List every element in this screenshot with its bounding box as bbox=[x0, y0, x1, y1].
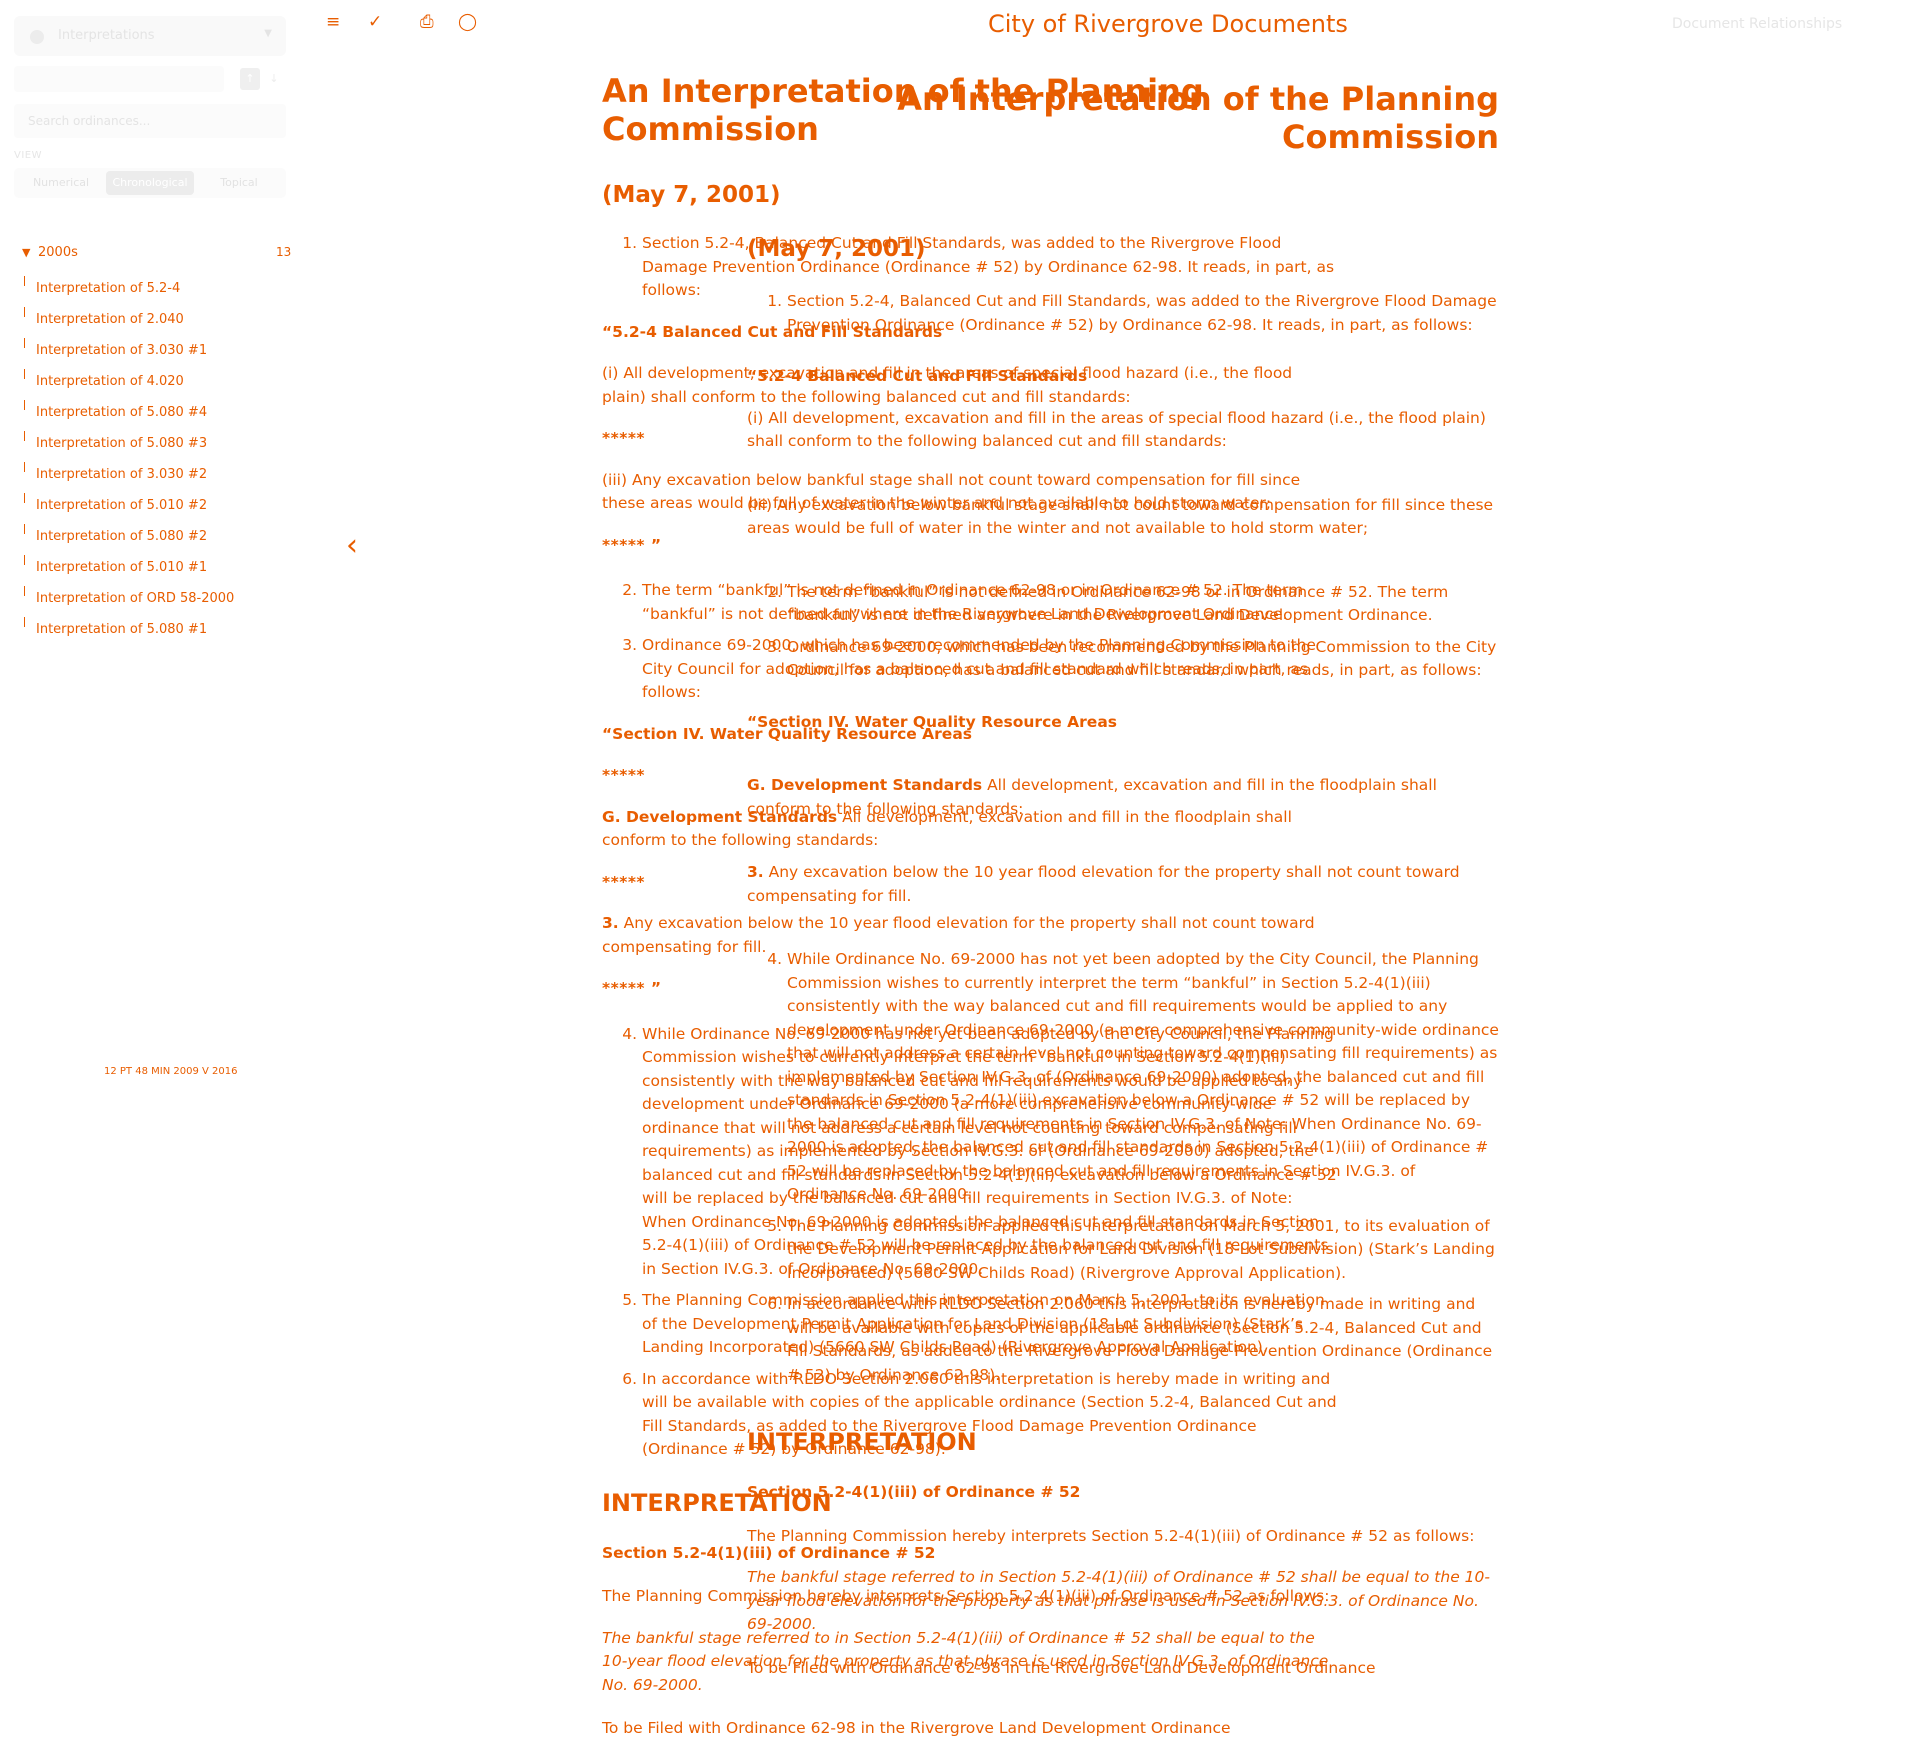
sort-field[interactable] bbox=[14, 66, 224, 92]
tree-connector bbox=[24, 617, 25, 627]
tree-connector bbox=[24, 276, 25, 286]
bold-run: 3. bbox=[747, 863, 764, 881]
interpretation-heading: INTERPRETATION bbox=[747, 1428, 977, 1456]
tree-connector bbox=[24, 493, 25, 503]
tree-items: Interpretation of 5.2-4 Interpretation o… bbox=[22, 276, 282, 654]
tree-item[interactable]: Interpretation of 5.080 #1 bbox=[22, 617, 282, 654]
tree-connector bbox=[24, 369, 25, 379]
print-icon[interactable]: ⎙ bbox=[420, 13, 434, 31]
view-numerical-button[interactable]: Numerical bbox=[17, 171, 105, 195]
quote-title: “Section IV. Water Quality Resource Area… bbox=[747, 712, 1118, 731]
list-item: The term “bankful” is not defined in Ord… bbox=[787, 581, 1499, 628]
sort-ascending-button[interactable]: ↑ bbox=[240, 68, 260, 90]
relationships-panel-title: Document Relationships bbox=[1672, 16, 1843, 32]
list-item: While Ordinance No. 69-2000 has not yet … bbox=[787, 948, 1499, 1207]
app-title: City of Rivergrove Documents bbox=[988, 10, 1348, 38]
document-title: An Interpretation of the Planning Commis… bbox=[897, 80, 1499, 156]
tree-item-link[interactable]: Interpretation of 5.010 #2 bbox=[36, 499, 207, 512]
tree-item-link[interactable]: Interpretation of 5.080 #4 bbox=[36, 406, 207, 419]
back-arrow-icon[interactable]: ‹ bbox=[346, 528, 358, 563]
quote-paragraph: 3. Any excavation below the 10 year floo… bbox=[747, 861, 1499, 908]
list-item: In accordance with RLDO Section 2.060 th… bbox=[787, 1293, 1499, 1387]
interpretation-text: The bankful stage referred to in Section… bbox=[747, 1568, 1490, 1633]
tree-item-link[interactable]: Interpretation of 5.080 #2 bbox=[36, 530, 207, 543]
tree-item-link[interactable]: Interpretation of 5.080 #3 bbox=[36, 437, 207, 450]
chevron-down-icon: ▼ bbox=[22, 246, 31, 259]
tree-connector bbox=[24, 338, 25, 348]
tree-item-link[interactable]: Interpretation of 3.030 #2 bbox=[36, 468, 207, 481]
tree-item-link[interactable]: Interpretation of 3.030 #1 bbox=[36, 344, 207, 357]
filing-note: To be Filed with Ordinance 62-98 in the … bbox=[602, 1719, 1231, 1737]
list-item: Section 5.2-4, Balanced Cut and Fill Sta… bbox=[787, 290, 1499, 337]
document-list: While Ordinance No. 69-2000 has not yet … bbox=[747, 948, 1499, 1387]
tree-item-link[interactable]: Interpretation of 5.080 #1 bbox=[36, 623, 207, 636]
tree-connector bbox=[24, 586, 25, 596]
check-icon[interactable]: ✓ bbox=[368, 13, 382, 31]
list-icon[interactable]: ≡ bbox=[326, 13, 340, 31]
chevron-down-icon: ▼ bbox=[264, 28, 272, 39]
sidebar-footer-note: 12 PT 48 MIN 2009 V 2016 bbox=[104, 1066, 238, 1077]
tree-item[interactable]: Interpretation of 4.020 bbox=[22, 369, 282, 406]
collection-dropdown[interactable]: Interpretations ▼ bbox=[14, 16, 286, 56]
document-list: Section 5.2-4, Balanced Cut and Fill Sta… bbox=[747, 290, 1499, 337]
tree-connector bbox=[24, 555, 25, 565]
tree-item-link[interactable]: Interpretation of 4.020 bbox=[36, 375, 184, 388]
tree-connector bbox=[24, 307, 25, 317]
search-input[interactable] bbox=[14, 104, 286, 138]
tree-connector bbox=[24, 524, 25, 534]
github-icon[interactable]: ◯ bbox=[458, 13, 477, 31]
tree-item[interactable]: Interpretation of 5.080 #3 bbox=[22, 431, 282, 468]
list-item: Ordinance 69-2000, which has been recomm… bbox=[787, 636, 1499, 683]
document-list: The term “bankful” is not defined in Ord… bbox=[747, 581, 1499, 683]
tree-item-link[interactable]: Interpretation of 5.010 #1 bbox=[36, 561, 207, 574]
tree-item[interactable]: Interpretation of 2.040 bbox=[22, 307, 282, 344]
tree-item-link[interactable]: Interpretation of 2.040 bbox=[36, 313, 184, 326]
tree-group-count: 13 bbox=[276, 245, 292, 259]
bold-run: 3. bbox=[602, 914, 619, 932]
document-overlay: An Interpretation of the Planning Commis… bbox=[747, 80, 1499, 1680]
tree-item[interactable]: Interpretation of 5.010 #1 bbox=[22, 555, 282, 592]
tree-item[interactable]: Interpretation of 5.2-4 bbox=[22, 276, 282, 313]
sort-row: ↑ ↓ bbox=[14, 66, 286, 92]
tree-item[interactable]: Interpretation of ORD 58-2000 bbox=[22, 586, 282, 623]
view-topical-button[interactable]: Topical bbox=[195, 171, 283, 195]
tree-connector bbox=[24, 400, 25, 410]
tree-item-link[interactable]: Interpretation of ORD 58-2000 bbox=[36, 592, 234, 605]
document-date: (May 7, 2001) bbox=[747, 236, 926, 262]
view-switcher: Numerical Chronological Topical bbox=[14, 168, 286, 198]
tree-connector bbox=[24, 431, 25, 441]
interpretation-section: Section 5.2-4(1)(iii) of Ordinance # 52 bbox=[747, 1483, 1081, 1501]
quote-paragraph: (i) All development, excavation and fill… bbox=[747, 408, 1486, 451]
filing-note: To be Filed with Ordinance 62-98 in the … bbox=[747, 1658, 1376, 1677]
text-run: Any excavation below the 10 year flood e… bbox=[747, 863, 1460, 905]
list-item: The Planning Commission applied this int… bbox=[787, 1215, 1499, 1286]
sort-descending-button[interactable]: ↓ bbox=[266, 68, 282, 90]
sidebar: Interpretations ▼ ↑ ↓ VIEW Numerical Chr… bbox=[0, 0, 300, 1655]
tree-group-name: 2000s bbox=[38, 245, 78, 260]
interpretation-intro: The Planning Commission hereby interpret… bbox=[747, 1526, 1475, 1545]
view-chronological-button[interactable]: Chronological bbox=[106, 171, 194, 195]
tree-item[interactable]: Interpretation of 3.030 #1 bbox=[22, 338, 282, 375]
collection-icon bbox=[30, 30, 44, 44]
quote-title: “5.2-4 Balanced Cut and Fill Standards bbox=[747, 367, 1088, 385]
quote-paragraph: (iii) Any excavation below bankful stage… bbox=[747, 495, 1494, 538]
view-label: VIEW bbox=[14, 150, 42, 161]
tree-item-link[interactable]: Interpretation of 5.2-4 bbox=[36, 282, 180, 295]
quote-paragraph: G. Development Standards All development… bbox=[747, 774, 1499, 821]
collection-dropdown-label: Interpretations bbox=[58, 28, 155, 43]
bold-run: G. Development Standards bbox=[747, 776, 983, 794]
tree-connector bbox=[24, 462, 25, 472]
tree-item[interactable]: Interpretation of 5.080 #2 bbox=[22, 524, 282, 561]
tree-item[interactable]: Interpretation of 3.030 #2 bbox=[22, 462, 282, 499]
tree-item[interactable]: Interpretation of 5.010 #2 bbox=[22, 493, 282, 530]
tree-item[interactable]: Interpretation of 5.080 #4 bbox=[22, 400, 282, 437]
